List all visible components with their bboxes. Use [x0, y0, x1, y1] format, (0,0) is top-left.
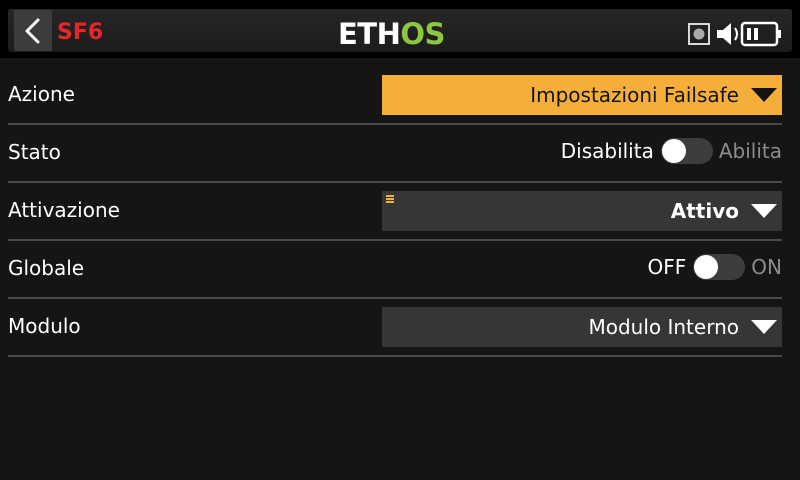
- row-modulo: Modulo Modulo Interno: [8, 298, 782, 357]
- modulo-value: Modulo Interno: [588, 315, 739, 339]
- ethos-logo: ETHOS: [338, 18, 445, 50]
- chevron-down-icon: [751, 320, 777, 334]
- toggle-knob: [661, 139, 686, 163]
- attivazione-value: Attivo: [670, 199, 739, 223]
- stato-toggle-group: Disabilita Abilita: [561, 138, 782, 166]
- chevron-down-icon: [751, 88, 777, 102]
- azione-value: Impostazioni Failsafe: [530, 83, 739, 107]
- row-stato: Stato Disabilita Abilita: [8, 124, 782, 183]
- row-attivazione: Attivazione Attivo: [8, 182, 782, 241]
- globale-toggle-group: OFF ON: [648, 254, 782, 282]
- azione-label: Azione: [8, 82, 75, 106]
- screen: SF6 ETHOS Azione Impostazioni Failsafe S…: [0, 0, 800, 480]
- modulo-dropdown[interactable]: Modulo Interno: [382, 307, 782, 347]
- speaker-icon: [717, 23, 738, 45]
- attivazione-dropdown[interactable]: Attivo: [382, 191, 782, 231]
- globale-label: Globale: [8, 256, 85, 280]
- back-button[interactable]: [14, 10, 52, 51]
- menu-lines-icon: [386, 195, 394, 203]
- stato-on-label: Abilita: [718, 139, 782, 163]
- row-azione: Azione Impostazioni Failsafe: [8, 66, 782, 125]
- globale-off-label: OFF: [647, 255, 687, 279]
- svg-text:ETHOS: ETHOS: [338, 18, 445, 50]
- azione-dropdown[interactable]: Impostazioni Failsafe: [382, 75, 782, 115]
- page-label: SF6: [57, 20, 104, 45]
- globale-on-label: ON: [751, 255, 782, 279]
- battery-icon: [740, 21, 781, 47]
- stato-toggle[interactable]: [660, 138, 713, 164]
- record-icon: [688, 23, 710, 45]
- row-globale: Globale OFF ON: [8, 240, 782, 299]
- top-bar: SF6 ETHOS: [0, 0, 800, 58]
- logo-text-right: OS: [400, 18, 445, 50]
- back-arrow-icon: [25, 18, 40, 44]
- globale-toggle[interactable]: [693, 254, 746, 280]
- status-icons: [688, 21, 781, 47]
- chevron-down-icon: [751, 204, 777, 218]
- logo-text-left: ETH: [338, 18, 400, 50]
- stato-label: Stato: [8, 140, 61, 164]
- stato-off-label: Disabilita: [560, 139, 654, 163]
- modulo-label: Modulo: [8, 314, 81, 338]
- toggle-knob: [694, 255, 719, 279]
- attivazione-label: Attivazione: [8, 198, 120, 222]
